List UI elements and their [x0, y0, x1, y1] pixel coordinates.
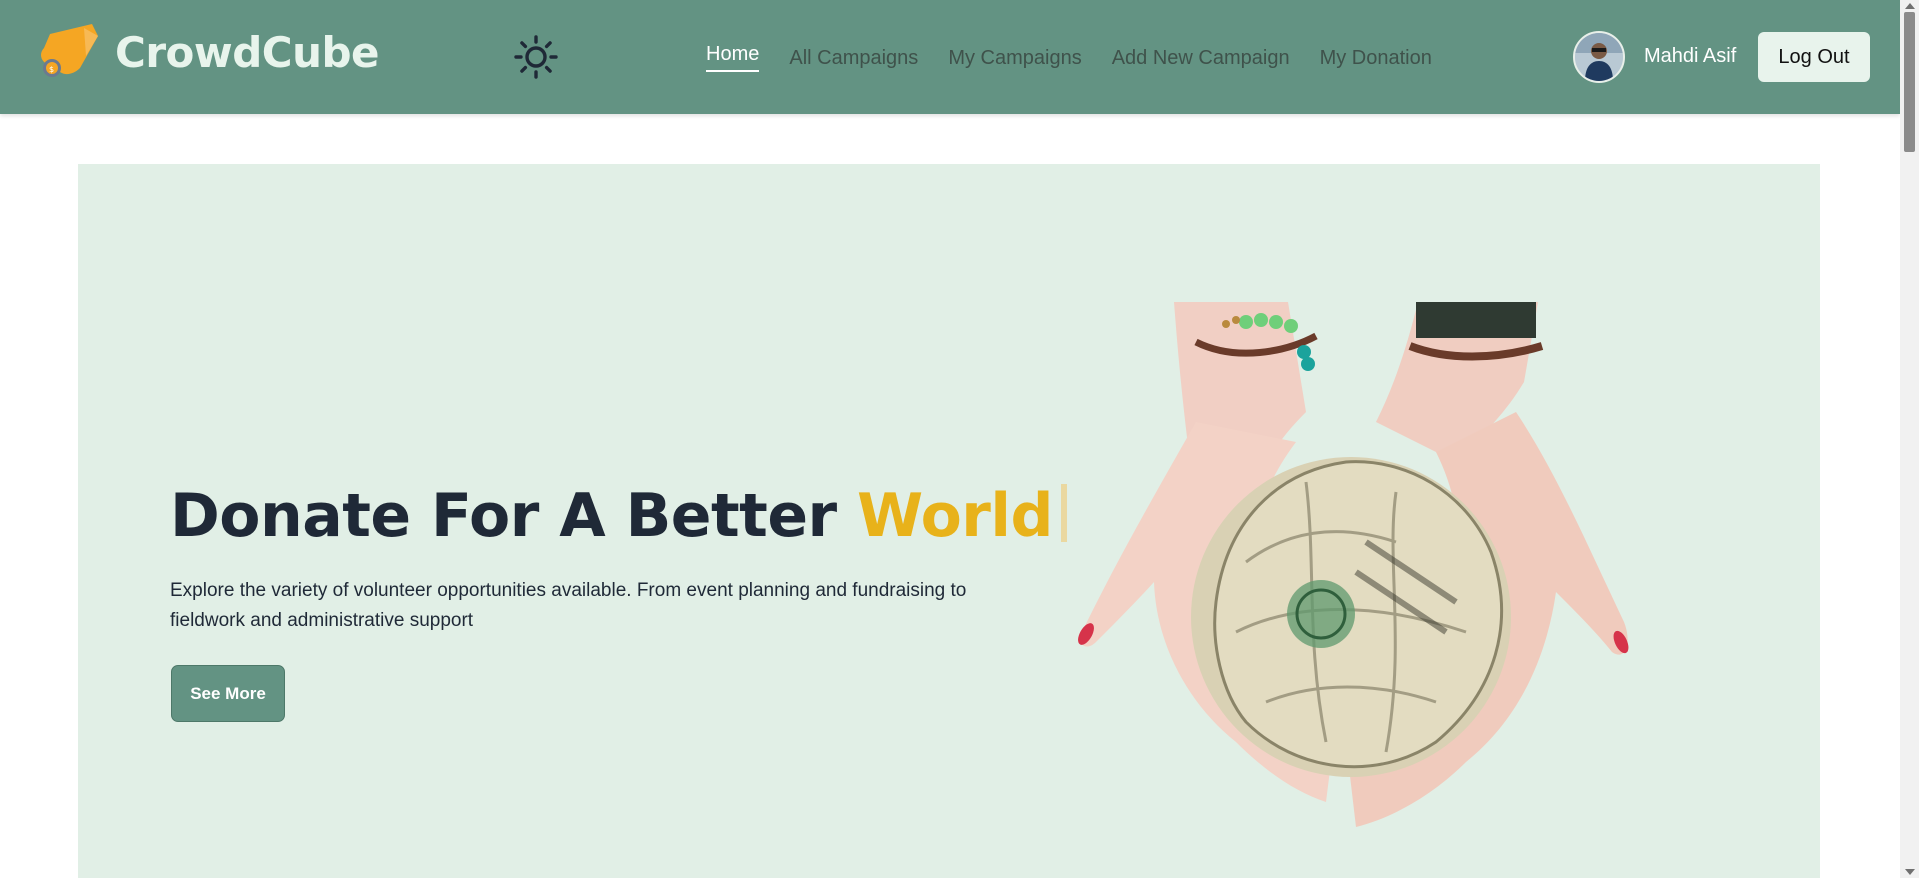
hero-title-accent: World [857, 481, 1053, 551]
nav-my-donation[interactable]: My Donation [1320, 40, 1432, 70]
hero-description: Explore the variety of volunteer opportu… [170, 580, 967, 631]
nav-links: Home All Campaigns My Campaigns Add New … [706, 40, 1462, 80]
scroll-thumb[interactable] [1904, 12, 1915, 152]
nav-add-new-campaign[interactable]: Add New Campaign [1112, 40, 1290, 70]
user-photo-icon [1575, 33, 1623, 81]
scrollbar[interactable] [1900, 0, 1919, 878]
scroll-down-arrow-icon[interactable] [1905, 869, 1915, 875]
brand-name[interactable]: CrowdCube [115, 32, 380, 74]
nav-home[interactable]: Home [706, 40, 760, 72]
svg-text:$: $ [49, 65, 54, 74]
hero-title-main: Donate For A Better [170, 481, 858, 551]
logo[interactable]: $ [36, 22, 102, 88]
hero-title: Donate For A Better World [170, 484, 1067, 546]
typewriter-cursor [1060, 484, 1067, 542]
logout-button[interactable]: Log Out [1758, 32, 1870, 82]
hands-with-money-image [1078, 302, 1629, 827]
user-name: Mahdi Asif [1644, 45, 1737, 67]
navbar: $ CrowdCube Home All Campaigns My Campai… [0, 0, 1900, 114]
sun-icon[interactable] [514, 35, 558, 79]
see-more-button[interactable]: See More [171, 665, 285, 722]
avatar[interactable] [1573, 31, 1625, 83]
scroll-up-arrow-icon[interactable] [1905, 3, 1915, 9]
nav-all-campaigns[interactable]: All Campaigns [789, 40, 918, 70]
nav-my-campaigns[interactable]: My Campaigns [948, 40, 1081, 70]
hero-banner: Donate For A Better World Explore the va… [78, 164, 1820, 878]
crowdfunding-logo-icon: $ [41, 24, 98, 77]
